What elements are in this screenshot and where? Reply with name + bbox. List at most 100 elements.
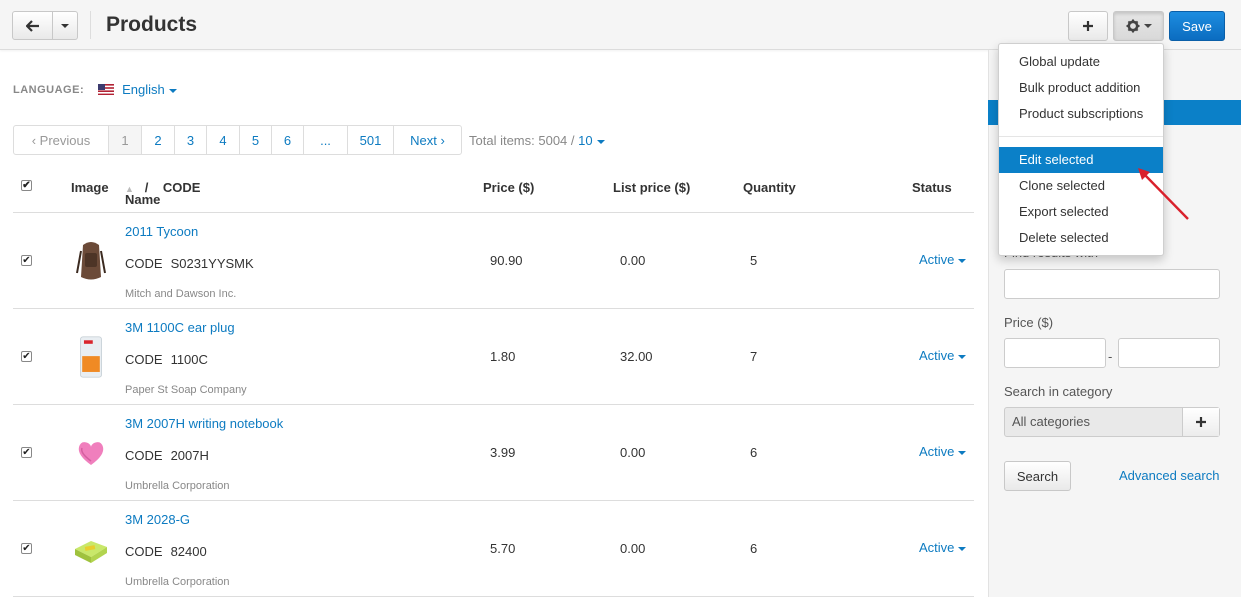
select-all-checkbox[interactable]: ✔ xyxy=(21,180,32,191)
product-quantity[interactable]: 5 xyxy=(750,253,757,268)
category-value[interactable]: All categories xyxy=(1005,408,1182,436)
column-code-label: CODE xyxy=(162,180,201,195)
add-product-button[interactable] xyxy=(1068,11,1108,41)
back-history-dropdown[interactable] xyxy=(53,11,78,40)
menu-item-bulk-product-addition[interactable]: Bulk product addition xyxy=(999,75,1163,101)
back-button[interactable] xyxy=(12,11,53,40)
product-thumbnail-backpack[interactable] xyxy=(71,239,111,283)
menu-item-product-subscriptions[interactable]: Product subscriptions xyxy=(999,101,1163,127)
product-code: CODE 1100C xyxy=(125,352,208,367)
row-checkbox[interactable]: ✔ xyxy=(21,351,32,362)
previous-page-button[interactable]: ‹ Previous xyxy=(14,126,108,154)
product-vendor: Paper St Soap Company xyxy=(125,384,247,396)
row-checkbox[interactable]: ✔ xyxy=(21,447,32,458)
code-label: CODE xyxy=(125,256,163,271)
product-thumbnail-sticky-notes[interactable] xyxy=(71,527,111,571)
items-per-page-dropdown[interactable]: 10 xyxy=(578,133,605,148)
product-thumbnail-ear-plug[interactable] xyxy=(71,335,111,379)
find-results-input[interactable] xyxy=(1004,269,1220,299)
title-divider xyxy=(90,11,91,39)
column-status[interactable]: Status xyxy=(912,180,952,195)
add-category-button[interactable] xyxy=(1182,408,1219,436)
pagination: ‹ Previous 1 2 3 4 5 6 ... 501 Next › xyxy=(13,125,462,155)
status-label: Active xyxy=(919,348,955,363)
page-501[interactable]: 501 xyxy=(347,126,393,154)
product-name-link[interactable]: 3M 1100C ear plug xyxy=(125,320,235,335)
row-checkbox[interactable]: ✔ xyxy=(21,543,32,554)
total-items: Total items: 5004 / 10 xyxy=(469,133,605,148)
code-value: 1100C xyxy=(170,352,208,367)
product-quantity[interactable]: 6 xyxy=(750,445,757,460)
language-value: English xyxy=(122,82,165,97)
status-label: Active xyxy=(919,252,955,267)
caret-down-icon xyxy=(958,450,967,455)
menu-item-delete-selected[interactable]: Delete selected xyxy=(999,225,1163,251)
product-price[interactable]: 1.80 xyxy=(490,349,515,364)
advanced-search-link[interactable]: Advanced search xyxy=(1119,468,1219,483)
code-label: CODE xyxy=(125,352,163,367)
plus-icon xyxy=(1196,417,1206,427)
back-button-group xyxy=(12,11,78,40)
category-picker: All categories xyxy=(1004,407,1220,437)
column-price[interactable]: Price ($) xyxy=(483,180,534,195)
settings-dropdown-button[interactable] xyxy=(1113,11,1164,41)
status-label: Active xyxy=(919,444,955,459)
items-per-page-value: 10 xyxy=(578,133,593,148)
table-row: ✔ 3M 1100C ear plug CODE 1100C Paper St S… xyxy=(13,309,974,405)
code-value: 82400 xyxy=(170,544,207,559)
column-name-sort[interactable]: Name ▲ / CODE xyxy=(125,180,201,207)
product-list-price[interactable]: 32.00 xyxy=(620,349,653,364)
status-dropdown[interactable]: Active xyxy=(919,252,967,267)
status-dropdown[interactable]: Active xyxy=(919,444,967,459)
column-list-price[interactable]: List price ($) xyxy=(613,180,690,195)
product-quantity[interactable]: 7 xyxy=(750,349,757,364)
language-dropdown[interactable]: English xyxy=(122,82,177,97)
plus-icon xyxy=(1083,21,1093,31)
table-header: ✔ Image Name ▲ / CODE Price ($) List pri… xyxy=(13,168,974,213)
page-4[interactable]: 4 xyxy=(206,126,239,154)
price-from-input[interactable] xyxy=(1004,338,1106,368)
page-2[interactable]: 2 xyxy=(141,126,174,154)
price-to-input[interactable] xyxy=(1118,338,1220,368)
status-label: Active xyxy=(919,540,955,555)
row-checkbox[interactable]: ✔ xyxy=(21,255,32,266)
caret-down-icon xyxy=(596,139,605,144)
product-name-link[interactable]: 3M 2007H writing notebook xyxy=(125,416,283,431)
product-list-price[interactable]: 0.00 xyxy=(620,253,645,268)
caret-down-icon xyxy=(958,354,967,359)
code-value: 2007H xyxy=(170,448,209,463)
product-list-price[interactable]: 0.00 xyxy=(620,541,645,556)
next-page-button[interactable]: Next › xyxy=(393,126,461,154)
product-quantity[interactable]: 6 xyxy=(750,541,757,556)
status-dropdown[interactable]: Active xyxy=(919,348,967,363)
status-dropdown[interactable]: Active xyxy=(919,540,967,555)
search-button[interactable]: Search xyxy=(1004,461,1071,491)
product-vendor: Umbrella Corporation xyxy=(125,480,230,492)
page-ellipsis[interactable]: ... xyxy=(303,126,347,154)
page-1[interactable]: 1 xyxy=(108,126,141,154)
page-3[interactable]: 3 xyxy=(174,126,206,154)
page-6[interactable]: 6 xyxy=(271,126,303,154)
product-price[interactable]: 90.90 xyxy=(490,253,523,268)
menu-item-global-update[interactable]: Global update xyxy=(999,49,1163,75)
gear-icon xyxy=(1126,19,1139,33)
table-row: ✔ 3M 2007H writing notebook CODE 2007H Um… xyxy=(13,405,974,501)
table-row: ✔ 2011 Tycoon CODE S0231YYSMK Mitch and D… xyxy=(13,213,974,309)
page-5[interactable]: 5 xyxy=(239,126,271,154)
price-range-separator: - xyxy=(1108,349,1113,364)
caret-down-icon xyxy=(168,88,177,93)
arrow-left-icon xyxy=(25,19,39,32)
product-list-price[interactable]: 0.00 xyxy=(620,445,645,460)
table-row: ✔ 3M 2028-G CODE 82400 Umbrella Corporati… xyxy=(13,501,974,597)
column-quantity[interactable]: Quantity xyxy=(743,180,796,195)
product-price[interactable]: 3.99 xyxy=(490,445,515,460)
product-name-link[interactable]: 3M 2028-G xyxy=(125,512,190,527)
product-name-link[interactable]: 2011 Tycoon xyxy=(125,224,198,239)
save-button[interactable]: Save xyxy=(1169,11,1225,41)
code-label: CODE xyxy=(125,448,163,463)
page-title: Products xyxy=(106,13,198,36)
product-thumbnail-notebook[interactable] xyxy=(71,431,111,475)
product-price[interactable]: 5.70 xyxy=(490,541,515,556)
menu-divider xyxy=(999,136,1163,137)
language-selector-row: LANGUAGE: English xyxy=(13,82,177,97)
